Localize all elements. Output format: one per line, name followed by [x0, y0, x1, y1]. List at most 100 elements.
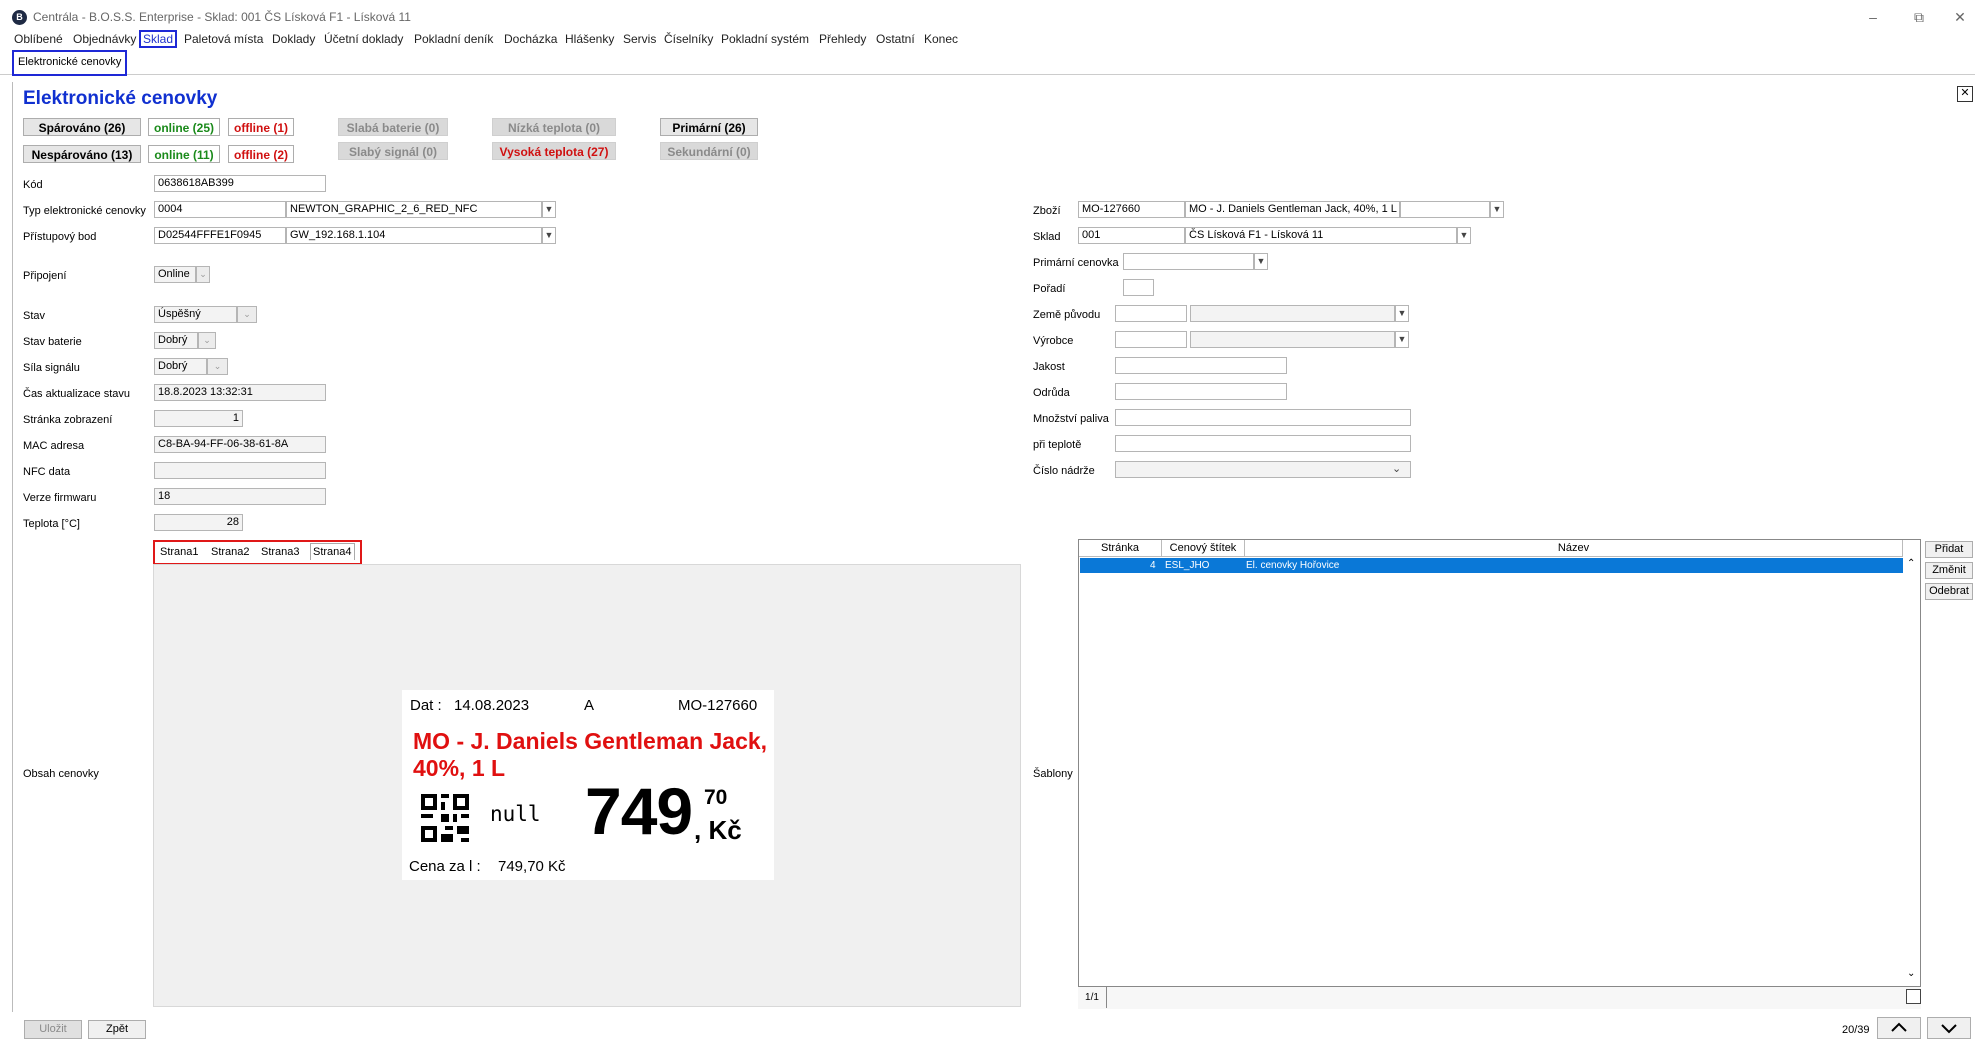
scroll-down-icon[interactable]: ⌄ [1907, 968, 1915, 979]
menu-pokladni-denik[interactable]: Pokladní deník [414, 32, 493, 46]
tab-strip: Elektronické cenovky [0, 49, 1975, 76]
grid-header-stranka[interactable]: Stránka [1079, 540, 1162, 557]
menu-ucetni-doklady[interactable]: Účetní doklady [324, 32, 403, 46]
teplota-label: Teplota [°C] [23, 518, 80, 530]
sklad-name-field[interactable]: ČS Lísková F1 - Lísková 11 [1185, 227, 1457, 244]
pri-teplote-field[interactable] [1115, 435, 1411, 452]
mac-field: C8-BA-94-FF-06-38-61-8A [154, 436, 326, 453]
jakost-field[interactable] [1115, 357, 1287, 374]
menu-ciselniky[interactable]: Číselníky [664, 32, 713, 46]
zbozi-dropdown-icon[interactable]: ▼ [1490, 201, 1504, 218]
table-row[interactable]: 4 ESL_JHO El. cenovky Hořovice [1080, 558, 1903, 573]
menu-hlasenky[interactable]: Hlášenky [565, 32, 614, 46]
primarni-cenovka-label: Primární cenovka [1033, 257, 1119, 269]
zeme-puvodu-name-field[interactable] [1190, 305, 1395, 322]
tab-strana3[interactable]: Strana3 [261, 546, 300, 558]
next-record-button[interactable] [1927, 1017, 1971, 1039]
close-window-icon[interactable]: ✕ [1945, 6, 1975, 28]
zeme-puvodu-code-field[interactable] [1115, 305, 1187, 322]
slaba-baterie-button[interactable]: Slabá baterie (0) [338, 118, 448, 136]
ulozit-button[interactable]: Uložit [24, 1020, 82, 1039]
menu-prehledy[interactable]: Přehledy [819, 32, 866, 46]
zbozi-code-field[interactable]: MO-127660 [1078, 201, 1185, 218]
mnozstvi-paliva-field[interactable] [1115, 409, 1411, 426]
poradi-field[interactable] [1123, 279, 1154, 296]
tab-strana4[interactable]: Strana4 [310, 543, 355, 560]
pripojeni-dropdown-icon[interactable]: ⌄ [196, 266, 210, 283]
poradi-label: Pořadí [1033, 283, 1066, 295]
stav-select[interactable]: Úspěšný [154, 306, 237, 323]
stav-baterie-dropdown-icon[interactable]: ⌄ [198, 332, 216, 349]
tag-cents: 70 [704, 786, 728, 809]
cell-stranka: 4 [1150, 560, 1156, 571]
cislo-nadrze-select[interactable] [1115, 461, 1411, 478]
menu-servis[interactable]: Servis [623, 32, 656, 46]
zpet-button[interactable]: Zpět [88, 1020, 146, 1039]
nesparovano-offline-button[interactable]: offline (2) [228, 145, 294, 163]
menu-dochazka[interactable]: Docházka [504, 32, 557, 46]
menu-sklad[interactable]: Sklad [139, 30, 178, 48]
menu-konec[interactable]: Konec [924, 32, 958, 46]
zbozi-name-field[interactable]: MO - J. Daniels Gentleman Jack, 40%, 1 L [1185, 201, 1400, 218]
minimize-icon[interactable]: – [1858, 6, 1888, 28]
primarni-cenovka-select[interactable] [1123, 253, 1254, 270]
tag-price: 749 [585, 774, 693, 848]
pristupovy-bod-dropdown-icon[interactable]: ▼ [542, 227, 556, 244]
sparovano-offline-button[interactable]: offline (1) [228, 118, 294, 136]
pridat-button[interactable]: Přidat [1925, 541, 1973, 558]
primarni-button[interactable]: Primární (26) [660, 118, 758, 136]
vyrobce-name-field[interactable] [1190, 331, 1395, 348]
typ-code-field[interactable]: 0004 [154, 201, 286, 218]
vysoka-teplota-button[interactable]: Vysoká teplota (27) [492, 142, 616, 160]
sklad-code-field[interactable]: 001 [1078, 227, 1185, 244]
tab-strana2[interactable]: Strana2 [211, 546, 250, 558]
cislo-nadrze-dropdown-icon[interactable]: ⌄ [1392, 462, 1401, 475]
previous-record-button[interactable] [1877, 1017, 1921, 1039]
typ-dropdown-icon[interactable]: ▼ [542, 201, 556, 218]
vyrobce-code-field[interactable] [1115, 331, 1187, 348]
menu-doklady[interactable]: Doklady [272, 32, 315, 46]
pripojeni-label: Připojení [23, 270, 67, 282]
sila-signalu-select[interactable]: Dobrý [154, 358, 207, 375]
grid-checkbox[interactable] [1906, 989, 1921, 1004]
menu-paletova-mista[interactable]: Paletová místa [184, 32, 263, 46]
sekundarni-button[interactable]: Sekundární (0) [660, 142, 758, 160]
odruda-field[interactable] [1115, 383, 1287, 400]
nizka-teplota-button[interactable]: Nízká teplota (0) [492, 118, 616, 136]
restore-icon[interactable]: ⧉ [1904, 6, 1934, 28]
tab-strana1[interactable]: Strana1 [160, 546, 199, 558]
pristupovy-bod-name-field[interactable]: GW_192.168.1.104 [286, 227, 542, 244]
nesparovano-button[interactable]: Nespárováno (13) [23, 145, 141, 163]
menu-bar: Oblíbené Objednávky Sklad Paletová místa… [0, 30, 1975, 49]
grid-header-cenovy-stitek[interactable]: Cenový štítek [1162, 540, 1245, 557]
pripojeni-select[interactable]: Online [154, 266, 196, 283]
scroll-up-icon[interactable]: ⌃ [1907, 558, 1915, 569]
menu-pokladni-system[interactable]: Pokladní systém [721, 32, 809, 46]
tab-elektronicke-cenovky[interactable]: Elektronické cenovky [12, 50, 128, 76]
sklad-dropdown-icon[interactable]: ▼ [1457, 227, 1471, 244]
sparovano-online-button[interactable]: online (25) [148, 118, 220, 136]
zbozi-extra-field[interactable] [1400, 201, 1490, 218]
vyrobce-dropdown-icon[interactable]: ▼ [1395, 331, 1409, 348]
stav-baterie-select[interactable]: Dobrý [154, 332, 198, 349]
typ-name-field[interactable]: NEWTON_GRAPHIC_2_6_RED_NFC [286, 201, 542, 218]
primarni-cenovka-dropdown-icon[interactable]: ▼ [1254, 253, 1268, 270]
zmenit-button[interactable]: Změnit [1925, 562, 1973, 579]
close-panel-icon[interactable]: ✕ [1957, 86, 1973, 102]
sparovano-button[interactable]: Spárováno (26) [23, 118, 141, 136]
zbozi-label: Zboží [1033, 205, 1061, 217]
menu-objednavky[interactable]: Objednávky [73, 32, 136, 46]
pristupovy-bod-code-field[interactable]: D02544FFFE1F0945 [154, 227, 286, 244]
grid-header-nazev[interactable]: Název [1245, 540, 1903, 557]
stav-dropdown-icon[interactable]: ⌄ [237, 306, 257, 323]
slaby-signal-button[interactable]: Slabý signál (0) [338, 142, 448, 160]
tag-product-code: MO-127660 [678, 697, 758, 714]
sila-signalu-dropdown-icon[interactable]: ⌄ [207, 358, 228, 375]
nesparovano-online-button[interactable]: online (11) [148, 145, 220, 163]
zeme-puvodu-dropdown-icon[interactable]: ▼ [1395, 305, 1409, 322]
menu-ostatni[interactable]: Ostatní [876, 32, 915, 46]
kod-label: Kód [23, 179, 43, 191]
kod-field[interactable]: 0638618AB399 [154, 175, 326, 192]
menu-oblibene[interactable]: Oblíbené [14, 32, 63, 46]
odebrat-button[interactable]: Odebrat [1925, 583, 1973, 600]
